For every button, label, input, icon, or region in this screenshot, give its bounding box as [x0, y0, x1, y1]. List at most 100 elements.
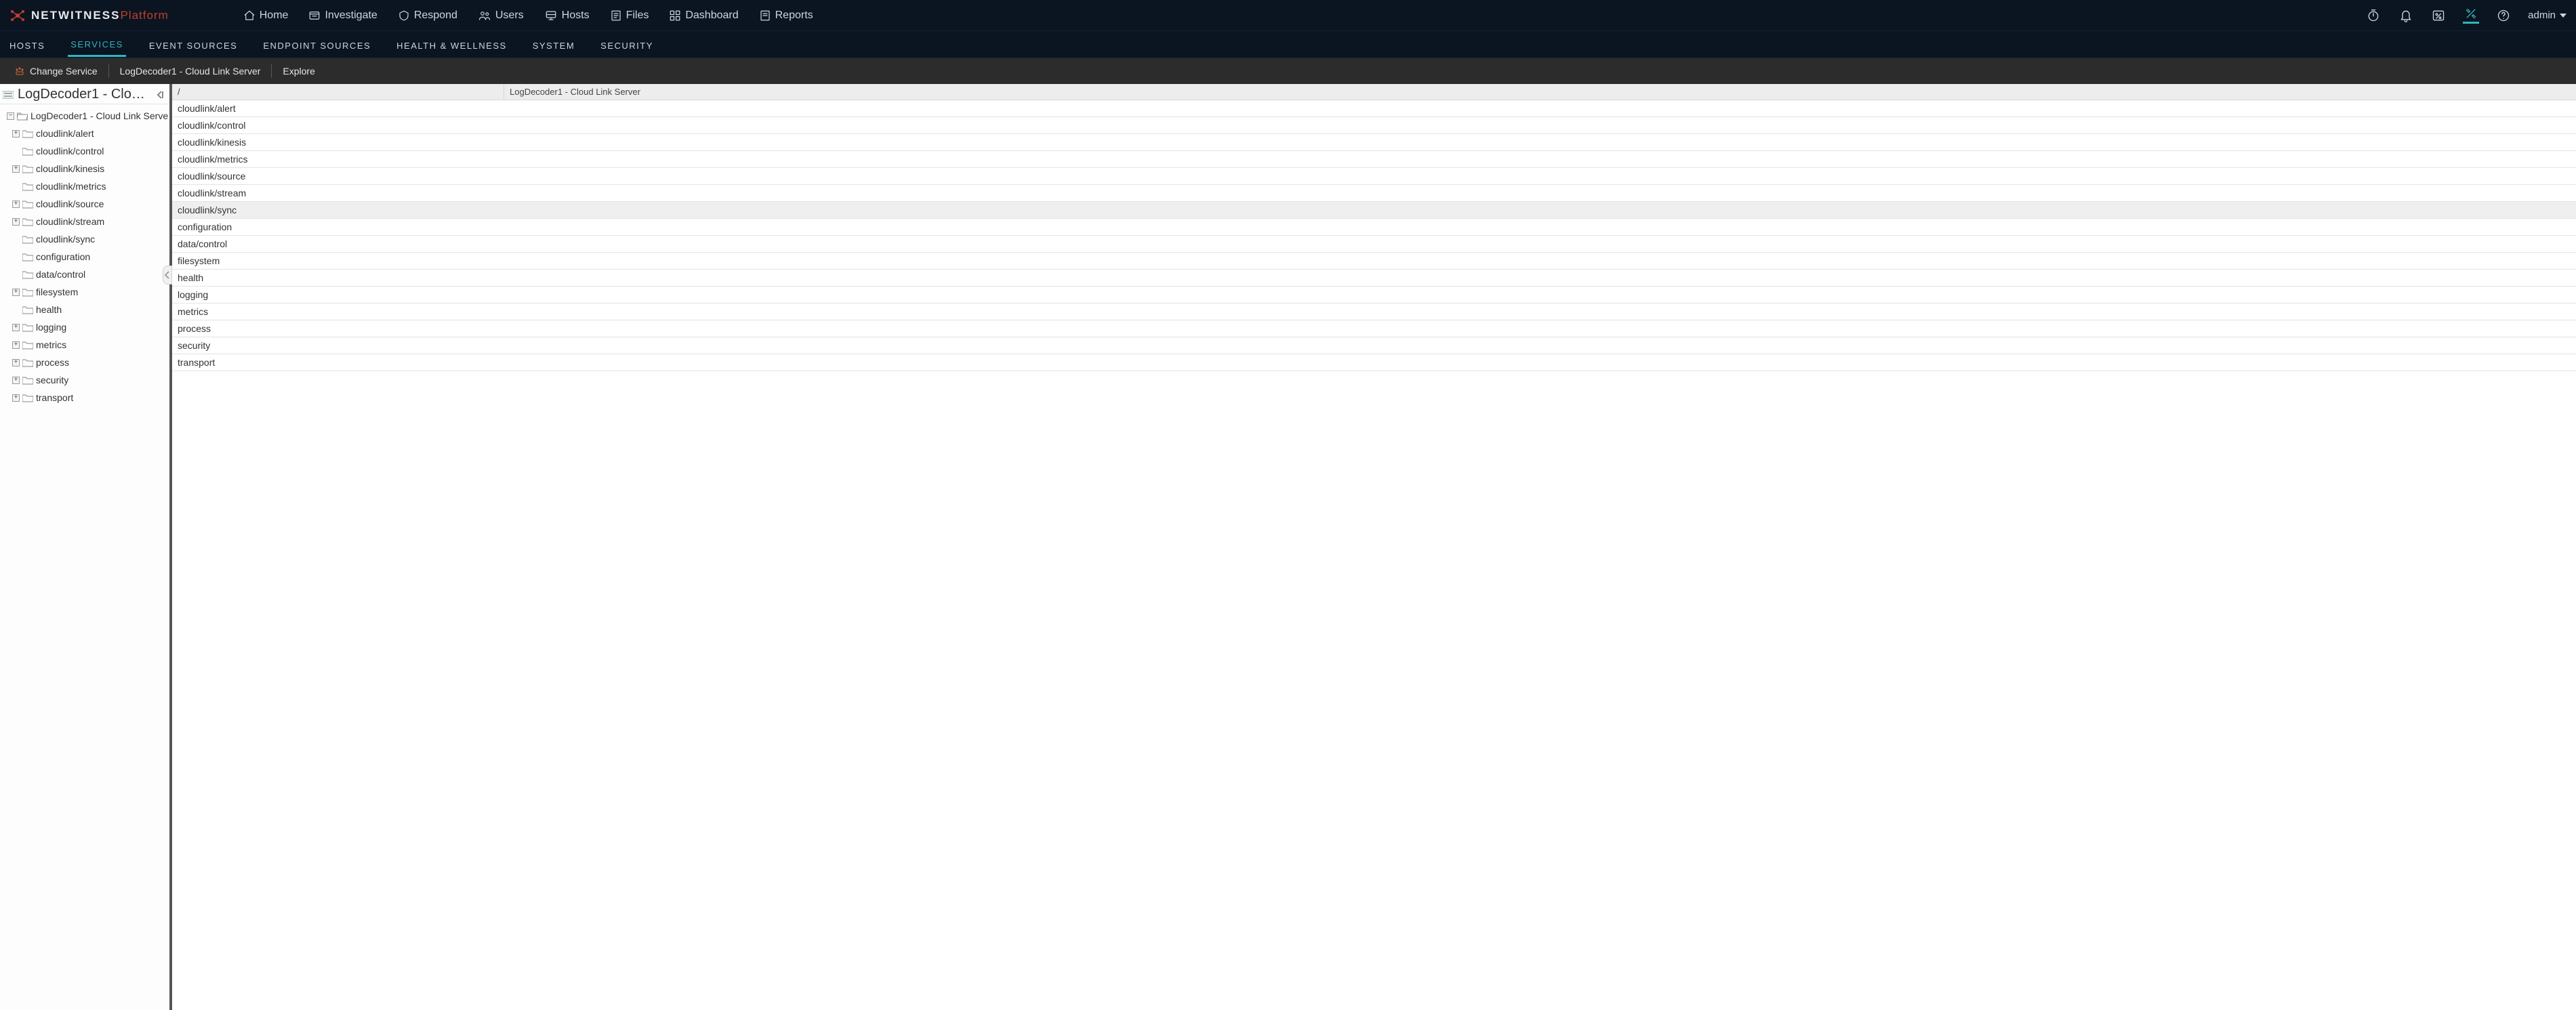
- nav-label: Hosts: [562, 9, 590, 22]
- collapse-toggle-icon[interactable]: −: [7, 112, 14, 120]
- folder-icon: [22, 306, 33, 314]
- folder-icon: [22, 341, 33, 350]
- grid-row[interactable]: security: [172, 337, 2576, 354]
- splitter-handle[interactable]: [163, 266, 172, 285]
- brand: NETWITNESSPlatform: [9, 7, 169, 24]
- tree-node-label: cloudlink/sync: [36, 234, 95, 245]
- expand-toggle-icon[interactable]: +: [12, 324, 20, 331]
- bell-icon[interactable]: [2398, 7, 2414, 24]
- tree-node[interactable]: cloudlink/sync: [12, 230, 168, 248]
- view-name[interactable]: Explore: [272, 58, 325, 84]
- tree-node-label: cloudlink/control: [36, 146, 104, 156]
- grid-row[interactable]: cloudlink/sync: [172, 202, 2576, 219]
- grid-header-service: LogDecoder1 - Cloud Link Server: [504, 84, 2576, 100]
- files-icon: [610, 9, 622, 22]
- tree-root-node[interactable]: − LogDecoder1 - Cloud Link Server (CLOUD…: [3, 107, 168, 125]
- tree-panel: LogDecoder1 - Cloud... − LogDecoder1 - C…: [0, 84, 172, 1010]
- brand-name-platform: Platform: [120, 9, 168, 22]
- nav-dashboard[interactable]: Dashboard: [669, 9, 738, 22]
- expand-toggle-icon[interactable]: +: [12, 289, 20, 296]
- grid-row[interactable]: logging: [172, 287, 2576, 303]
- nav-investigate[interactable]: Investigate: [308, 9, 377, 22]
- percent-icon[interactable]: [2430, 7, 2447, 24]
- nav-users[interactable]: Users: [478, 9, 524, 22]
- tree-node[interactable]: +process: [12, 354, 168, 371]
- tree-node-label: transport: [36, 392, 73, 403]
- tree-node-label: configuration: [36, 251, 90, 262]
- dashboard-icon: [669, 9, 681, 22]
- expand-toggle-icon[interactable]: +: [12, 165, 20, 173]
- reports-icon: [759, 9, 771, 22]
- grid-row[interactable]: configuration: [172, 219, 2576, 236]
- grid-row[interactable]: data/control: [172, 236, 2576, 253]
- folder-open-icon: [17, 112, 28, 121]
- tree-node[interactable]: data/control: [12, 266, 168, 283]
- folder-icon: [22, 288, 33, 297]
- grid-row[interactable]: cloudlink/control: [172, 117, 2576, 134]
- tree-node[interactable]: health: [12, 301, 168, 318]
- expand-toggle-icon[interactable]: +: [12, 359, 20, 366]
- service-name[interactable]: LogDecoder1 - Cloud Link Server: [109, 58, 272, 84]
- tools-icon[interactable]: [2463, 7, 2479, 24]
- subnav-health-wellness[interactable]: HEALTH & WELLNESS: [394, 33, 510, 56]
- folder-icon: [22, 182, 33, 191]
- tree-node-label: filesystem: [36, 287, 78, 297]
- grid-row[interactable]: cloudlink/source: [172, 168, 2576, 185]
- expand-toggle-icon[interactable]: +: [12, 130, 20, 138]
- folder-icon: [22, 253, 33, 261]
- subnav-security[interactable]: SECURITY: [598, 33, 656, 56]
- tree-title: LogDecoder1 - Cloud...: [18, 87, 150, 102]
- tree-node[interactable]: + filesystem: [12, 283, 168, 301]
- collapse-left-icon[interactable]: [154, 89, 165, 101]
- grid-row[interactable]: cloudlink/kinesis: [172, 134, 2576, 151]
- grid-row[interactable]: filesystem: [172, 253, 2576, 270]
- grid-row[interactable]: process: [172, 320, 2576, 337]
- tree-node[interactable]: + transport: [12, 389, 168, 406]
- subnav-hosts[interactable]: HOSTS: [7, 33, 47, 56]
- grid-row[interactable]: cloudlink/metrics: [172, 151, 2576, 168]
- subnav-services[interactable]: SERVICES: [68, 32, 126, 57]
- grid-row[interactable]: metrics: [172, 303, 2576, 320]
- subnav-endpoint-sources[interactable]: ENDPOINT SOURCES: [260, 33, 373, 56]
- tree-node[interactable]: +logging: [12, 318, 168, 336]
- expand-toggle-icon[interactable]: +: [12, 341, 20, 349]
- grid-row[interactable]: transport: [172, 354, 2576, 371]
- tree-node-label: cloudlink/metrics: [36, 181, 106, 192]
- nav-reports[interactable]: Reports: [759, 9, 813, 22]
- user-menu[interactable]: admin: [2528, 9, 2567, 21]
- respond-icon: [398, 9, 410, 22]
- grid-row[interactable]: health: [172, 270, 2576, 287]
- nav-hosts[interactable]: Hosts: [544, 9, 590, 22]
- grid-row[interactable]: cloudlink/stream: [172, 185, 2576, 202]
- tree-node[interactable]: configuration: [12, 248, 168, 266]
- users-icon: [478, 9, 491, 22]
- grid-body: cloudlink/alertcloudlink/controlcloudlin…: [172, 100, 2576, 1010]
- expand-toggle-icon[interactable]: +: [12, 201, 20, 208]
- nav-respond[interactable]: Respond: [398, 9, 457, 22]
- timer-icon[interactable]: [2365, 7, 2381, 24]
- subnav-event-sources[interactable]: EVENT SOURCES: [146, 33, 241, 56]
- toggle-spacer: [12, 271, 20, 278]
- expand-toggle-icon[interactable]: +: [12, 394, 20, 402]
- nav-home[interactable]: Home: [243, 9, 289, 22]
- tree-node[interactable]: cloudlink/control: [12, 142, 168, 160]
- change-service[interactable]: Change Service: [4, 58, 108, 84]
- tree-node[interactable]: +cloudlink/alert: [12, 125, 168, 142]
- tree-node[interactable]: +cloudlink/source: [12, 195, 168, 213]
- toggle-spacer: [12, 253, 20, 261]
- tree-node[interactable]: +security: [12, 371, 168, 389]
- tree-node[interactable]: cloudlink/metrics: [12, 177, 168, 195]
- tree-node[interactable]: +cloudlink/kinesis: [12, 160, 168, 177]
- expand-toggle-icon[interactable]: +: [12, 377, 20, 384]
- brand-text: NETWITNESSPlatform: [31, 9, 169, 22]
- toggle-spacer: [12, 148, 20, 155]
- grid-row[interactable]: cloudlink/alert: [172, 100, 2576, 117]
- tree-node-label: cloudlink/stream: [36, 216, 104, 227]
- tree-node[interactable]: +metrics: [12, 336, 168, 354]
- nav-files[interactable]: Files: [610, 9, 649, 22]
- expand-toggle-icon[interactable]: +: [12, 218, 20, 226]
- subnav-system[interactable]: SYSTEM: [530, 33, 577, 56]
- tree-node[interactable]: + cloudlink/stream: [12, 213, 168, 230]
- nav-label: Reports: [775, 9, 813, 22]
- help-icon[interactable]: [2495, 7, 2512, 24]
